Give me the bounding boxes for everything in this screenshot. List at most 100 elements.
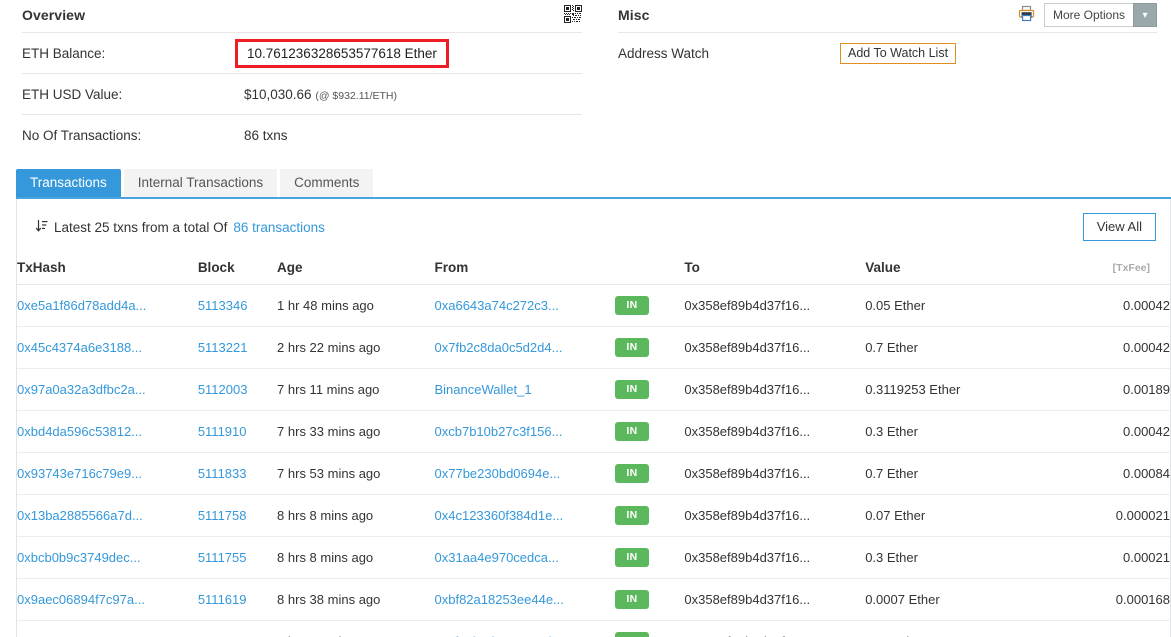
- block-link[interactable]: 5111619: [198, 592, 247, 607]
- cell-block: 5113346: [197, 284, 278, 327]
- cell-direction: IN: [615, 452, 685, 495]
- view-all-button[interactable]: View All: [1082, 213, 1156, 241]
- cell-block: 5111833: [197, 452, 278, 495]
- add-to-watch-list-button[interactable]: Add To Watch List: [840, 42, 957, 64]
- txfee-text: 0.00021: [1123, 550, 1170, 565]
- cell-txhash: 0x93743e716c79e9...: [17, 452, 198, 495]
- more-options-dropdown[interactable]: More Options ▾: [1043, 3, 1157, 27]
- more-options-button[interactable]: More Options: [1043, 3, 1133, 27]
- txhash-link[interactable]: 0x93743e716c79e9...: [17, 466, 142, 481]
- txhash-link[interactable]: 0x97a0a32a3dfbc2a...: [17, 382, 146, 397]
- cell-txfee: 0.00084: [1048, 452, 1170, 495]
- cell-block: 5111333: [197, 620, 278, 637]
- tab-comments[interactable]: Comments: [280, 169, 374, 197]
- misc-title: Misc: [618, 7, 650, 23]
- no-of-transactions-row: No Of Transactions: 86 txns: [22, 114, 582, 155]
- cell-value: 0.07 Ether: [865, 494, 1049, 537]
- txhash-link[interactable]: 0xe5a1f86d78add4a...: [17, 298, 146, 313]
- total-transactions-link[interactable]: 86 transactions: [233, 220, 325, 235]
- value-text: 0.7 Ether: [865, 340, 918, 355]
- txhash-link[interactable]: 0x13ba2885566a7d...: [17, 508, 143, 523]
- table-body: 0xe5a1f86d78add4a... 5113346 1 hr 48 mins …: [17, 284, 1170, 637]
- cell-from: 0x31aa4e970cedca...: [434, 536, 616, 579]
- cell-to: 0x358ef89b4d37f16...: [684, 326, 866, 369]
- from-link[interactable]: 0x4c123360f384d1e...: [435, 508, 564, 523]
- direction-badge-in: IN: [615, 380, 649, 399]
- table-row: 0x97a0a32a3dfbc2a... 5112003 7 hrs 11 mins…: [17, 368, 1170, 411]
- txhash-link[interactable]: 0x45c4374a6e3188...: [17, 340, 142, 355]
- tab-transactions[interactable]: Transactions: [16, 169, 121, 197]
- cell-direction: IN: [615, 284, 685, 327]
- cell-value: 0.3 Ether: [865, 536, 1049, 579]
- no-of-transactions-label: No Of Transactions:: [22, 127, 142, 143]
- txhash-link[interactable]: 0xbd4da596c53812...: [17, 424, 142, 439]
- txfee-text: 0.000021: [1115, 508, 1170, 523]
- cell-value: 0.7 Ether: [865, 452, 1049, 495]
- column-header-from: From: [434, 253, 616, 285]
- txfee-text: 0.00042: [1123, 424, 1170, 439]
- to-text: 0x358ef89b4d37f16...: [684, 466, 811, 481]
- txhash-link[interactable]: 0xbcb0b9c3749dec...: [17, 550, 141, 565]
- txfee-text: 0.00189: [1123, 382, 1170, 397]
- cell-from: 0xa6643a74c272c3...: [434, 284, 616, 327]
- table-header-row: TxHash Block Age From To Value [TxFee]: [17, 253, 1170, 285]
- block-link[interactable]: 5111758: [198, 508, 247, 523]
- cell-to: 0x358ef89b4d37f16...: [684, 494, 866, 537]
- cell-txfee: 0.00021: [1048, 536, 1170, 579]
- direction-badge-in: IN: [615, 590, 649, 609]
- from-link[interactable]: 0x31aa4e970cedca...: [435, 550, 559, 565]
- from-link[interactable]: 0xa6643a74c272c3...: [435, 298, 559, 313]
- column-header-block: Block: [197, 253, 278, 285]
- cell-direction: IN: [615, 620, 685, 637]
- to-text: 0x358ef89b4d37f16...: [684, 592, 811, 607]
- txhash-link[interactable]: 0x9aec06894f7c97a...: [17, 592, 145, 607]
- from-link[interactable]: 0x7fb2c8da0c5d2d4...: [435, 340, 563, 355]
- block-link[interactable]: 5113221: [198, 340, 248, 355]
- to-text: 0x358ef89b4d37f16...: [684, 550, 811, 565]
- block-link[interactable]: 5113346: [198, 298, 248, 313]
- column-header-txhash: TxHash: [17, 253, 198, 285]
- transactions-panel: Latest 25 txns from a total Of 86 transa…: [16, 199, 1171, 637]
- from-link[interactable]: 0x77be230bd0694e...: [435, 466, 561, 481]
- sort-descending-icon[interactable]: [35, 219, 48, 236]
- cell-txhash: 0x97a0a32a3dfbc2a...: [17, 368, 198, 411]
- cell-from: 0xbf82a18253ee44e...: [434, 578, 616, 621]
- eth-usd-value: $10,030.66: [244, 86, 312, 102]
- cell-block: 5111758: [197, 494, 278, 537]
- qr-code-icon[interactable]: [564, 4, 582, 26]
- from-link[interactable]: BinanceWallet_1: [435, 382, 532, 397]
- cell-value: 0.3 Ether: [865, 410, 1049, 453]
- address-watch-row: Address Watch Add To Watch List: [618, 32, 1157, 73]
- cell-to: 0x358ef89b4d37f16...: [684, 284, 866, 327]
- cell-direction: IN: [615, 536, 685, 579]
- block-link[interactable]: 5112003: [198, 382, 248, 397]
- cell-age: 7 hrs 33 mins ago: [277, 410, 435, 453]
- block-link[interactable]: 5111755: [198, 550, 247, 565]
- cell-value: 0.0007 Ether: [865, 578, 1049, 621]
- cell-to: 0x358ef89b4d37f16...: [684, 410, 866, 453]
- tab-internal-transactions[interactable]: Internal Transactions: [123, 169, 278, 197]
- cell-to: 0x358ef89b4d37f16...: [684, 578, 866, 621]
- direction-badge-in: IN: [615, 296, 649, 315]
- column-header-direction: [615, 253, 685, 285]
- cell-value: 0.71 Ether: [865, 620, 1049, 637]
- direction-badge-in: IN: [615, 548, 649, 567]
- direction-badge-in: IN: [615, 338, 649, 357]
- block-link[interactable]: 5111833: [198, 466, 247, 481]
- latest-txns-prefix: Latest 25 txns from a total Of: [54, 219, 228, 235]
- from-link[interactable]: 0xbf82a18253ee44e...: [435, 592, 564, 607]
- tab-bar: Transactions Internal Transactions Comme…: [16, 169, 1171, 199]
- cell-from: BinanceWallet_1: [434, 368, 616, 411]
- printer-icon[interactable]: [1018, 5, 1035, 25]
- cell-txhash: 0x13ba2885566a7d...: [17, 494, 198, 537]
- to-text: 0x358ef89b4d37f16...: [684, 382, 811, 397]
- txfee-text: 0.00084: [1123, 466, 1170, 481]
- cell-to: 0x358ef89b4d37f16...: [684, 620, 866, 637]
- direction-badge-in: IN: [615, 506, 649, 525]
- latest-txns-summary: Latest 25 txns from a total Of 86 transa…: [35, 219, 325, 236]
- chevron-down-icon[interactable]: ▾: [1133, 3, 1157, 27]
- block-link[interactable]: 5111910: [198, 424, 247, 439]
- from-link[interactable]: 0xcb7b10b27c3f156...: [435, 424, 563, 439]
- misc-actions: More Options ▾: [1018, 3, 1157, 27]
- value-text: 0.07 Ether: [865, 508, 926, 523]
